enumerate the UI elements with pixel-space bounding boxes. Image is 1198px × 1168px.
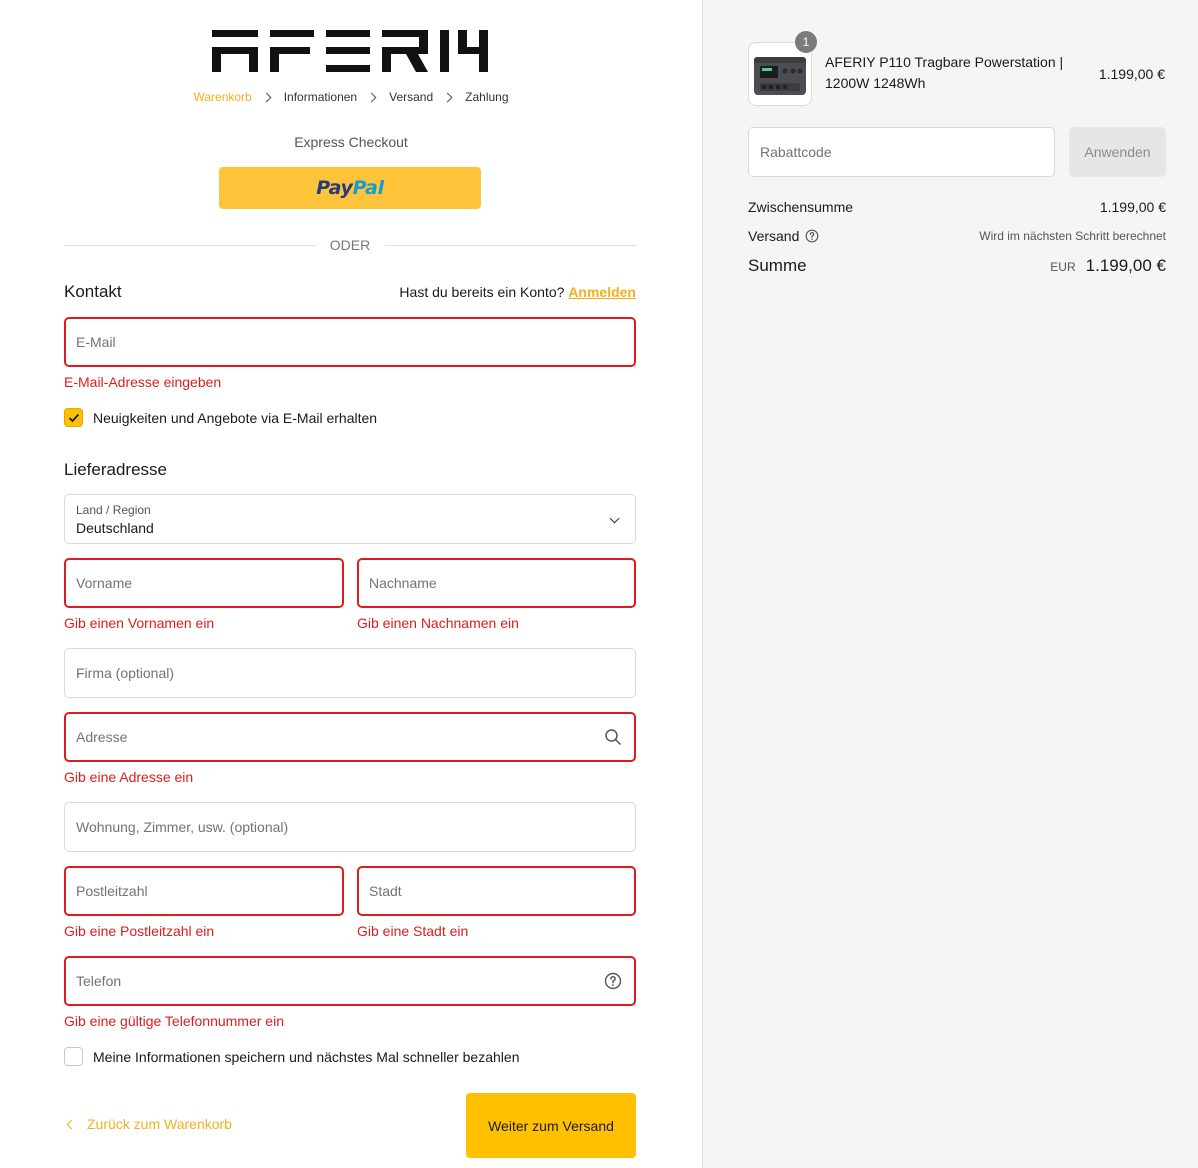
city-field[interactable]: [357, 866, 636, 916]
product-title: AFERIY P110 Tragbare Powerstation | 1200…: [825, 54, 1064, 91]
breadcrumb: Warenkorb Informationen Versand Zahlung: [0, 89, 702, 105]
newsletter-checkbox[interactable]: [64, 408, 83, 427]
company-field[interactable]: [64, 648, 636, 698]
paypal-button[interactable]: Pay Pal: [219, 167, 481, 209]
subtotal-value: 1.199,00 €: [1099, 199, 1166, 215]
search-icon[interactable]: [604, 728, 622, 746]
newsletter-label: Neuigkeiten und Angebote via E-Mail erha…: [93, 409, 378, 426]
chevron-right-icon: [261, 92, 272, 102]
apply-discount-button[interactable]: Anwenden: [1069, 127, 1166, 177]
account-question-text: Hast du bereits ein Konto?: [399, 284, 565, 300]
chevron-right-icon: [442, 92, 453, 102]
first-name-error: Gib einen Vornamen ein: [64, 615, 215, 631]
newsletter-option[interactable]: Neuigkeiten und Angebote via E-Mail erha…: [64, 408, 377, 427]
email-error: E-Mail-Adresse eingeben: [64, 374, 222, 390]
discount-code-field[interactable]: [748, 127, 1055, 177]
quantity-badge: 1: [795, 31, 817, 53]
save-info-option[interactable]: Meine Informationen speichern und nächst…: [64, 1047, 519, 1066]
city-input[interactable]: [369, 883, 624, 899]
total-currency: EUR: [1050, 260, 1076, 274]
first-name-field[interactable]: [64, 558, 344, 608]
apartment-input[interactable]: [76, 819, 624, 835]
order-summary-panel: 1 AFERIY P110 Tragbare Powerstation | 12…: [702, 0, 1198, 1168]
express-checkout-label: Express Checkout: [294, 134, 408, 150]
discount-code-input[interactable]: [760, 144, 1043, 160]
last-name-error: Gib einen Nachnamen ein: [357, 615, 519, 631]
phone-field[interactable]: [64, 956, 636, 1006]
phone-error: Gib eine gültige Telefonnummer ein: [64, 1013, 284, 1029]
chevron-left-icon: [66, 1119, 77, 1129]
shipping-row: Versand Wird im nächsten Schritt berechn…: [748, 228, 1166, 244]
city-error: Gib eine Stadt ein: [357, 923, 469, 939]
total-value: 1.199,00 €: [1085, 256, 1166, 275]
contact-title: Kontakt: [64, 282, 122, 301]
power-station-image: [754, 57, 806, 95]
back-to-cart-label: Zurück zum Warenkorb: [87, 1116, 232, 1132]
total-label: Summe: [748, 256, 807, 275]
address-error: Gib eine Adresse ein: [64, 769, 194, 785]
company-input[interactable]: [76, 665, 624, 681]
paypal-logo-part1: Pay: [316, 177, 353, 199]
paypal-logo-part2: Pal: [352, 177, 384, 199]
total-row: Summe EUR 1.199,00 €: [748, 256, 1166, 276]
divider-line: [64, 244, 315, 246]
account-question: Hast du bereits ein Konto? Anmelden: [399, 284, 636, 300]
last-name-field[interactable]: [357, 558, 636, 608]
apartment-field[interactable]: [64, 802, 636, 852]
first-name-input[interactable]: [76, 575, 332, 591]
check-icon: [68, 413, 79, 422]
address-input[interactable]: [76, 729, 624, 745]
or-divider: ODER: [64, 236, 637, 254]
phone-input[interactable]: [76, 973, 624, 989]
zip-field[interactable]: [64, 866, 344, 916]
continue-to-shipping-button[interactable]: Weiter zum Versand: [466, 1093, 636, 1158]
divider-line: [385, 244, 637, 246]
country-select-value: Deutschland: [76, 520, 154, 536]
subtotal-label: Zwischensumme: [748, 199, 854, 215]
chevron-right-icon: [366, 92, 377, 102]
breadcrumb-cart[interactable]: Warenkorb: [191, 90, 253, 104]
subtotal-row: Zwischensumme 1.199,00 €: [748, 199, 1166, 215]
save-info-label: Meine Informationen speichern und nächst…: [93, 1048, 520, 1065]
zip-error: Gib eine Postleitzahl ein: [64, 923, 215, 939]
total-value-wrap: EUR 1.199,00 €: [1050, 256, 1166, 276]
breadcrumb-information: Informationen: [283, 90, 358, 104]
shipping-label-wrap: Versand: [748, 228, 819, 244]
save-info-checkbox[interactable]: [64, 1047, 83, 1066]
shipping-value: Wird im nächsten Schritt berechnet: [979, 229, 1166, 243]
product-price: 1.199,00 €: [1098, 66, 1165, 82]
shipping-address-title: Lieferadresse: [64, 460, 168, 479]
shipping-label: Versand: [748, 228, 800, 244]
help-circle-icon[interactable]: [604, 972, 622, 990]
brand-logo: [212, 30, 488, 72]
help-circle-icon[interactable]: [805, 229, 819, 243]
login-link[interactable]: Anmelden: [568, 284, 636, 300]
back-to-cart-link[interactable]: Zurück zum Warenkorb: [64, 1116, 232, 1132]
country-select[interactable]: Land / Region Deutschland: [64, 494, 636, 544]
last-name-input[interactable]: [369, 575, 624, 591]
breadcrumb-shipping: Versand: [389, 90, 434, 104]
or-divider-text: ODER: [329, 237, 371, 253]
checkout-form-panel: Warenkorb Informationen Versand Zahlung …: [0, 0, 702, 1168]
breadcrumb-payment: Zahlung: [465, 90, 509, 104]
address-field[interactable]: [64, 712, 636, 762]
country-select-label: Land / Region: [76, 503, 151, 517]
email-field[interactable]: [64, 317, 636, 367]
email-input[interactable]: [76, 334, 624, 350]
zip-input[interactable]: [76, 883, 332, 899]
